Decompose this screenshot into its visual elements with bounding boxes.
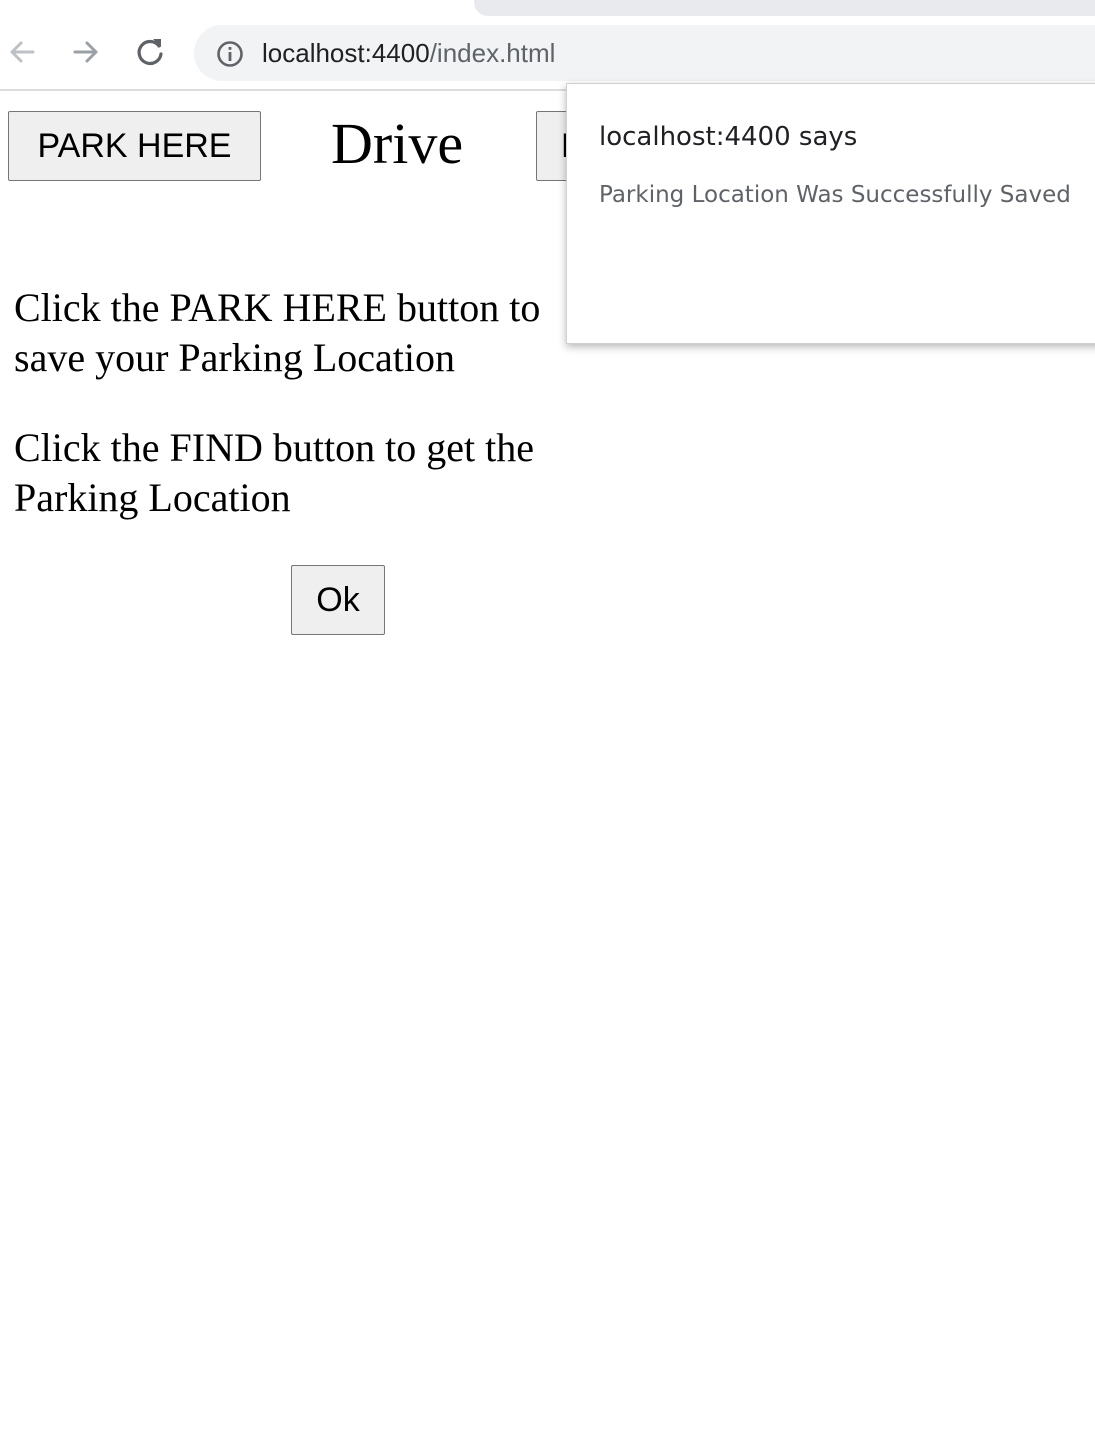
dialog-title: localhost:4400 says	[599, 122, 858, 152]
url-path: /index.html	[429, 38, 556, 68]
url-text[interactable]: localhost:4400/index.html	[262, 38, 555, 69]
arrow-left-icon	[10, 41, 35, 63]
park-here-button[interactable]: PARK HERE	[8, 111, 261, 181]
address-bar[interactable]: localhost:4400/index.html	[194, 25, 1095, 81]
ok-button[interactable]: Ok	[291, 565, 385, 635]
dialog-message: Parking Location Was Successfully Saved	[599, 182, 1071, 208]
arrow-right-icon	[73, 41, 98, 63]
page-title: Drive	[331, 111, 464, 176]
instruction-park: Click the PARK HERE button to save your …	[14, 285, 541, 380]
alert-dialog: localhost:4400 says Parking Location Was…	[566, 83, 1095, 344]
back-button[interactable]	[2, 32, 42, 72]
instruction-find: Click the FIND button to get the Parking…	[14, 425, 534, 520]
reload-icon	[137, 39, 163, 66]
info-icon[interactable]	[216, 40, 244, 68]
browser-toolbar: localhost:4400/index.html	[0, 0, 1095, 90]
url-host: localhost:4400	[262, 38, 430, 68]
forward-button[interactable]	[66, 32, 106, 72]
instructions: Click the PARK HERE button to save your …	[14, 283, 594, 563]
reload-button[interactable]	[130, 32, 170, 72]
